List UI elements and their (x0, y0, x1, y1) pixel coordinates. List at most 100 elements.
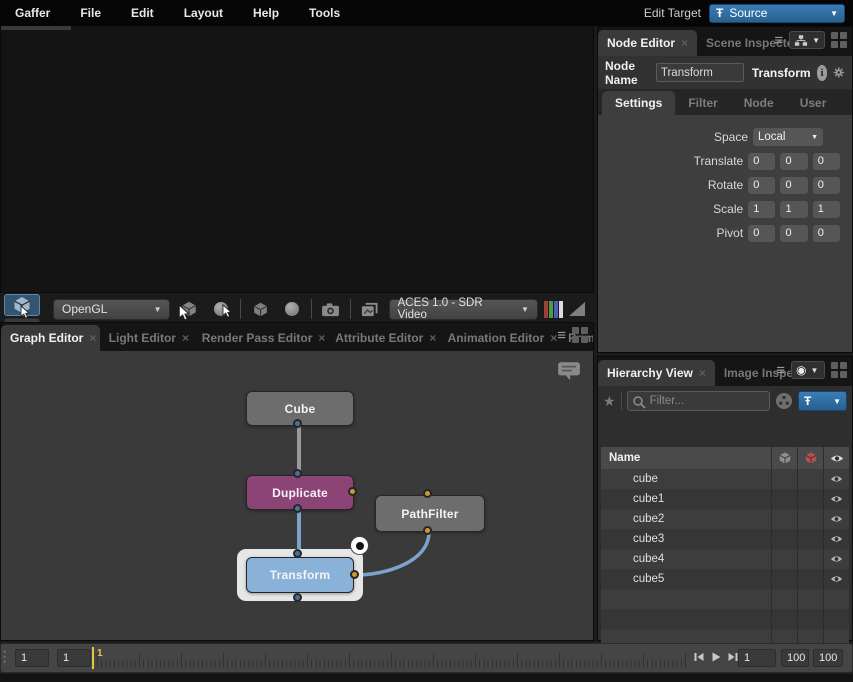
colorspace-dropdown[interactable]: ACES 1.0 - SDR Video ▼ (389, 299, 538, 320)
menu-gaffer[interactable]: Gaffer (0, 6, 65, 20)
tab-graph-editor[interactable]: Graph Editor × (1, 325, 100, 351)
visibility-column-header[interactable] (823, 447, 849, 469)
pivot-y-field[interactable]: 0 (780, 225, 807, 242)
space-dropdown[interactable]: Local ▼ (753, 128, 823, 146)
range-start-field[interactable] (738, 649, 776, 667)
translate-x-field[interactable]: 0 (748, 153, 775, 170)
node-set-dropdown[interactable]: ▼ (789, 31, 825, 49)
graph-canvas[interactable]: Cube Duplicate PathFilter Transform (1, 351, 593, 640)
scale-x-field[interactable]: 1 (748, 201, 775, 218)
rgb-channels-icon[interactable] (544, 301, 563, 318)
hierarchy-row-cube5[interactable]: cube5 (601, 569, 849, 589)
play-icon[interactable] (710, 651, 722, 663)
range-end-field[interactable] (781, 649, 809, 667)
comment-icon[interactable] (557, 361, 581, 381)
duplicate-input-plug[interactable] (293, 469, 302, 478)
shading-cube-button[interactable] (247, 297, 273, 321)
timeline-ruler[interactable] (97, 648, 689, 668)
menu-file[interactable]: File (65, 6, 116, 20)
star-icon[interactable]: ★ (603, 393, 616, 410)
select-tool-button[interactable] (4, 294, 40, 316)
rotate-y-field[interactable]: 0 (780, 177, 807, 194)
pin-filter-dropdown[interactable]: Ŧ ▼ (798, 391, 847, 411)
pathfilter-input-plug[interactable] (423, 489, 432, 498)
close-icon[interactable]: × (429, 331, 436, 345)
menu-help[interactable]: Help (238, 6, 294, 20)
playhead[interactable] (92, 647, 94, 669)
tab-attribute-editor[interactable]: Attribute Editor × (326, 325, 438, 351)
pathfilter-output-plug[interactable] (423, 526, 432, 535)
layout-grid-icon[interactable] (831, 32, 847, 48)
frame-start-field[interactable] (15, 649, 49, 667)
visibility-toggle[interactable] (823, 489, 849, 509)
cube-output-plug[interactable] (293, 419, 302, 428)
pivot-x-field[interactable]: 0 (748, 225, 775, 242)
tab-light-editor[interactable]: Light Editor × (100, 325, 193, 351)
hierarchy-row-cube2[interactable]: cube2 (601, 509, 849, 529)
subtab-node[interactable]: Node (731, 91, 787, 115)
hierarchy-row-cube4[interactable]: cube4 (601, 549, 849, 569)
gear-icon[interactable] (833, 64, 845, 81)
drag-object-button[interactable] (176, 297, 202, 321)
scale-z-field[interactable]: 1 (813, 201, 840, 218)
focus-mode-dropdown[interactable]: ◉ ▼ (791, 361, 825, 379)
subtab-settings[interactable]: Settings (602, 91, 675, 115)
hierarchy-row-cube1[interactable]: cube1 (601, 489, 849, 509)
camera-settings-button[interactable] (318, 297, 344, 321)
contrast-icon[interactable] (569, 302, 585, 316)
hamburger-icon[interactable]: ≡ (557, 328, 566, 343)
hierarchy-row-cube3[interactable]: cube3 (601, 529, 849, 549)
visibility-toggle[interactable] (823, 549, 849, 569)
transform-input-plug[interactable] (293, 549, 302, 558)
menu-tools[interactable]: Tools (294, 6, 355, 20)
tab-render-pass-editor[interactable]: Render Pass Editor × (193, 325, 327, 351)
scale-y-field[interactable]: 1 (780, 201, 807, 218)
visibility-toggle[interactable] (823, 509, 849, 529)
exclusions-column-header[interactable] (797, 447, 823, 469)
tab-animation-editor[interactable]: Animation Editor × (439, 325, 559, 351)
transform-filter-plug[interactable] (350, 570, 359, 579)
node-name-input[interactable] (656, 63, 744, 82)
tab-node-editor[interactable]: Node Editor × (598, 30, 697, 56)
subtab-filter[interactable]: Filter (675, 91, 730, 115)
current-frame-field[interactable] (57, 649, 91, 667)
visibility-toggle[interactable] (823, 469, 849, 489)
transform-output-plug[interactable] (293, 593, 302, 602)
menu-layout[interactable]: Layout (169, 6, 238, 20)
duplicate-filter-plug[interactable] (348, 487, 357, 496)
filter-input[interactable] (627, 391, 770, 411)
drag-pointer-button[interactable] (208, 297, 234, 321)
collapse-all-icon[interactable] (775, 392, 793, 410)
menu-edit[interactable]: Edit (116, 6, 169, 20)
name-column-header[interactable]: Name (601, 452, 771, 464)
visibility-toggle[interactable] (823, 569, 849, 589)
visibility-toggle[interactable] (823, 529, 849, 549)
close-icon[interactable]: × (182, 331, 189, 345)
scene-view-button[interactable] (357, 297, 383, 321)
layout-grid-icon[interactable] (831, 362, 847, 378)
inclusions-column-header[interactable] (771, 447, 797, 469)
frame-end-field[interactable] (813, 649, 843, 667)
layout-grid-icon[interactable] (572, 327, 588, 343)
info-icon[interactable]: i (817, 65, 828, 81)
graph-node-transform[interactable]: Transform (246, 557, 354, 593)
edit-target-dropdown[interactable]: Ŧ Source ▼ (709, 4, 845, 23)
duplicate-output-plug[interactable] (293, 504, 302, 513)
close-icon[interactable]: × (699, 366, 706, 380)
tab-hierarchy-view[interactable]: Hierarchy View × (598, 360, 715, 386)
close-icon[interactable]: × (89, 331, 96, 345)
renderer-dropdown[interactable]: OpenGL ▼ (53, 299, 170, 320)
splitter-handle[interactable]: ••• (3, 650, 6, 665)
rotate-x-field[interactable]: 0 (748, 177, 775, 194)
hamburger-icon[interactable]: ≡ (774, 33, 783, 48)
focus-ring-icon[interactable] (351, 537, 368, 554)
subtab-user[interactable]: User (787, 91, 840, 115)
pivot-z-field[interactable]: 0 (813, 225, 840, 242)
hamburger-icon[interactable]: ≡ (776, 363, 785, 378)
shading-sphere-button[interactable] (279, 297, 305, 321)
hierarchy-row-cube[interactable]: cube (601, 469, 849, 489)
translate-z-field[interactable]: 0 (813, 153, 840, 170)
rotate-z-field[interactable]: 0 (813, 177, 840, 194)
close-icon[interactable]: × (318, 331, 325, 345)
close-icon[interactable]: × (681, 36, 688, 50)
